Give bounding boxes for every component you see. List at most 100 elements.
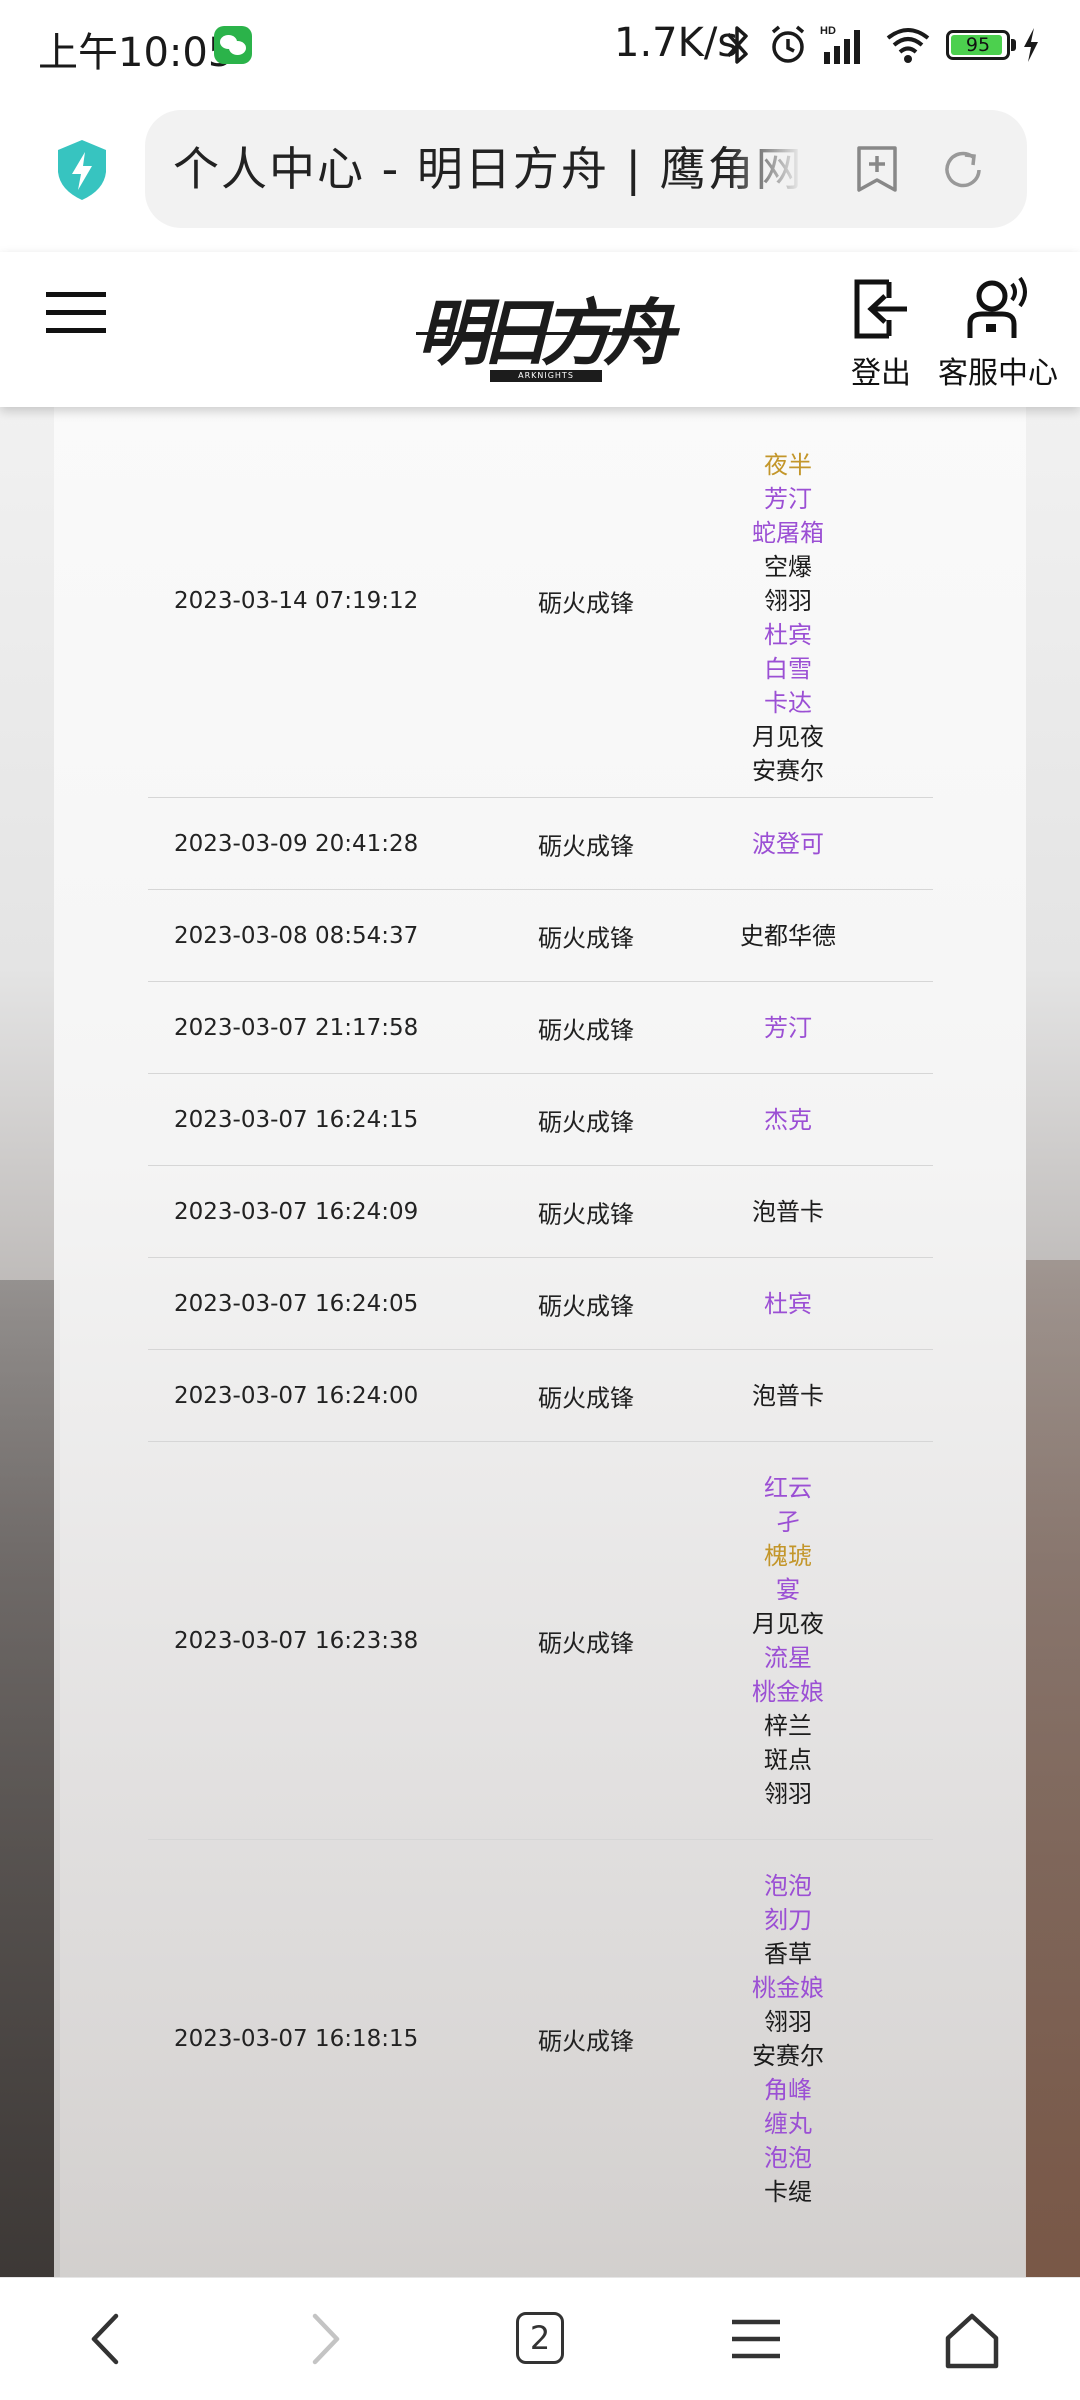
forward-icon	[312, 2313, 340, 2365]
operator-name: 夜半	[764, 451, 812, 479]
record-pool: 砺火成锋	[538, 589, 634, 618]
operator-name: 蛇屠箱	[752, 519, 824, 547]
operator-name: 安赛尔	[752, 757, 824, 785]
logo-text: 明日方舟	[416, 290, 675, 375]
shield-icon[interactable]	[54, 138, 110, 202]
operator-name: 空爆	[764, 553, 812, 581]
table-row: 2023-03-07 16:18:15 砺火成锋 泡泡 刻刀 香草 桃金娘 翎羽 安赛尔 角峰缠…	[148, 1840, 933, 2238]
customer-service-label: 客服中心	[938, 356, 1058, 391]
background-figure-left	[0, 1280, 60, 2277]
bookmark-add-icon[interactable]	[853, 144, 901, 194]
table-row: 2023-03-07 16:23:38 砺火成锋 红云孑槐琥宴月见夜 流星 桃金娘 梓兰斑…	[148, 1442, 933, 1840]
site-logo[interactable]: 明日方舟 ARKNIGHTS	[416, 270, 675, 390]
record-operators: 夜半芳汀蛇屠箱空爆翎羽杜宾白雪卡达月见夜安赛尔	[728, 448, 848, 788]
wifi-icon	[886, 28, 930, 63]
browser-bottom-nav: 2	[0, 2277, 1080, 2400]
operator-name: 泡泡	[764, 2144, 812, 2172]
tabs-button[interactable]: 2	[480, 2278, 600, 2400]
record-time: 2023-03-07 16:18:15	[174, 2026, 419, 2052]
record-time: 2023-03-07 16:24:05	[174, 1290, 419, 1317]
logo-line	[416, 332, 666, 335]
home-button[interactable]	[912, 2278, 1032, 2400]
record-operators: 杰克	[728, 1103, 848, 1137]
customer-service-button[interactable]: 客服中心	[938, 276, 1058, 392]
operator-name: 缠丸	[764, 2110, 812, 2138]
operator-name: 卡缇	[764, 2178, 812, 2206]
browser-menu-button[interactable]	[696, 2278, 816, 2400]
record-operators: 泡普卡	[728, 1195, 848, 1229]
forward-button[interactable]	[265, 2278, 385, 2400]
operator-name: 斑点	[764, 1745, 812, 1774]
battery-icon: 95	[946, 30, 1010, 60]
record-time: 2023-03-14 07:19:12	[174, 588, 419, 614]
hd-signal-icon: HD	[820, 25, 860, 64]
back-button[interactable]	[46, 2278, 166, 2400]
record-operators: 波登可	[728, 827, 848, 861]
operator-name: 白雪	[764, 655, 812, 683]
operator-name: 流星	[764, 1643, 812, 1672]
record-time: 2023-03-07 16:24:09	[174, 1198, 419, 1225]
logout-button[interactable]: 登出	[848, 276, 914, 392]
status-bar: 上午10:05 1.7K/s HD 95	[0, 0, 1080, 90]
logout-label: 登出	[851, 356, 911, 391]
customer-service-icon	[967, 276, 1027, 338]
back-icon	[91, 2313, 119, 2365]
status-time: 上午10:05	[38, 30, 234, 76]
table-row: 2023-03-14 07:19:12 砺火成锋 夜半芳汀蛇屠箱空爆翎羽杜宾白雪卡达…	[148, 405, 933, 798]
operator-name: 桃金娘	[752, 1974, 824, 2002]
operator-name: 芳汀	[764, 485, 812, 513]
record-time: 2023-03-08 08:54:37	[174, 922, 419, 949]
battery-level: 95	[965, 34, 991, 56]
operator-name: 香草	[764, 1940, 812, 1968]
charging-icon	[1024, 28, 1038, 62]
page-title[interactable]: 个人中心 - 明日方舟 | 鹰角网络	[173, 110, 803, 228]
operator-name: 角峰	[764, 2076, 812, 2104]
operator-name: 杜宾	[764, 621, 812, 649]
record-pool: 砺火成锋	[538, 1629, 634, 1657]
record-pool: 砺火成锋	[538, 832, 634, 860]
operator-name: 波登可	[752, 829, 824, 858]
operator-name: 月见夜	[752, 1609, 824, 1638]
wechat-icon	[214, 26, 252, 64]
operator-name: 卡达	[764, 689, 812, 717]
record-time: 2023-03-09 20:41:28	[174, 830, 419, 857]
table-row: 2023-03-07 16:24:15 砺火成锋 杰克	[148, 1074, 933, 1166]
operator-name: 月见夜	[752, 723, 824, 751]
record-pool: 砺火成锋	[538, 1200, 634, 1228]
operator-name: 翎羽	[764, 587, 812, 615]
table-row: 2023-03-08 08:54:37 砺火成锋 史都华德	[148, 890, 933, 982]
operator-name: 桃金娘	[752, 1677, 824, 1706]
logo-subtitle: ARKNIGHTS	[518, 371, 574, 380]
operator-name: 刻刀	[764, 1906, 812, 1934]
table-row: 2023-03-07 16:24:09 砺火成锋 泡普卡	[148, 1166, 933, 1258]
menu-icon[interactable]	[44, 288, 108, 338]
record-pool: 砺火成锋	[538, 1384, 634, 1412]
operator-name: 翎羽	[764, 2008, 812, 2036]
record-time: 2023-03-07 16:23:38	[174, 1627, 419, 1654]
home-icon	[945, 2313, 999, 2369]
record-time: 2023-03-07 16:24:15	[174, 1106, 419, 1133]
record-pool: 砺火成锋	[538, 1108, 634, 1136]
headhunting-records-table: 2023-03-14 07:19:12 砺火成锋 夜半 芳汀 蛇屠箱 空爆 翎羽 杜宾 白雪 卡达…	[148, 405, 933, 2238]
record-pool: 砺火成锋	[538, 1016, 634, 1044]
browser-bar: 个人中心 - 明日方舟 | 鹰角网络	[0, 90, 1080, 250]
operator-name: 史都华德	[740, 921, 836, 950]
operator-name: 泡泡	[764, 1872, 812, 1900]
logout-icon	[854, 279, 907, 339]
background-figure-right	[1025, 1260, 1080, 2277]
table-row: 2023-03-07 21:17:58 砺火成锋 芳汀	[148, 982, 933, 1074]
address-bar[interactable]: 个人中心 - 明日方舟 | 鹰角网络	[145, 110, 1027, 228]
record-pool: 砺火成锋	[538, 2027, 634, 2056]
operator-name: 孑	[776, 1507, 800, 1536]
network-speed: 1.7K/s	[614, 20, 739, 66]
record-time: 2023-03-07 16:24:00	[174, 1382, 419, 1409]
operator-name: 泡普卡	[752, 1197, 824, 1226]
operator-name: 翎羽	[764, 1779, 812, 1808]
record-operators: 芳汀	[728, 1011, 848, 1045]
reload-icon[interactable]	[939, 146, 987, 194]
table-row: 2023-03-09 20:41:28 砺火成锋 波登可	[148, 798, 933, 890]
operator-name: 芳汀	[764, 1013, 812, 1042]
operator-name: 杰克	[764, 1105, 812, 1134]
tabs-icon: 2	[516, 2312, 564, 2364]
operator-name: 红云	[764, 1473, 812, 1502]
